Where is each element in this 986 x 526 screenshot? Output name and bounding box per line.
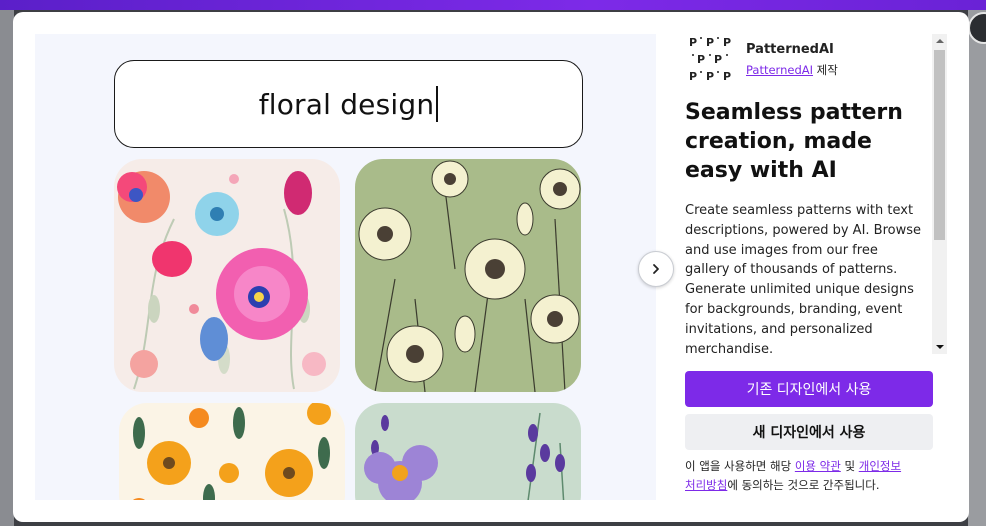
app-name: PatternedAI [746, 42, 834, 57]
privacy-link[interactable]: 개인정보 [859, 459, 901, 473]
use-in-existing-design-button[interactable]: 기존 디자인에서 사용 [685, 371, 933, 407]
scroll-thumb[interactable] [934, 50, 945, 240]
top-accent-bar [0, 0, 986, 10]
legal-prefix: 이 앱을 사용하면 해당 [685, 459, 792, 473]
pattern-tile-watercolor [114, 159, 340, 392]
pattern-tile-purple-flowers [355, 403, 581, 500]
terms-notice: 이 앱을 사용하면 해당 이용 약관 및 개인정보 처리방침에 동의하는 것으로… [685, 457, 937, 494]
text-caret [436, 86, 439, 122]
triangle-down-icon [935, 345, 944, 349]
scroll-up-arrow[interactable] [932, 34, 947, 48]
maker-link[interactable]: PatternedAI [746, 63, 813, 77]
app-headline: Seamless pattern creation, made easy wit… [685, 100, 903, 183]
logo-letter: P [706, 36, 714, 49]
logo-letter: P [706, 70, 714, 83]
logo-letter: P [723, 36, 731, 49]
prompt-text: floral design [258, 87, 435, 121]
app-detail-modal: floral design P P P P P P P P PatternedA… [13, 12, 969, 522]
terms-link[interactable]: 이용 약관 [795, 459, 841, 473]
app-description: Create seamless patterns with text descr… [685, 203, 921, 354]
pattern-tile-orange-flowers [119, 403, 345, 500]
info-scrollbar[interactable] [932, 34, 947, 354]
logo-letter: P [723, 70, 731, 83]
privacy-link-cont[interactable]: 처리방침 [685, 478, 727, 492]
use-in-new-design-button[interactable]: 새 디자인에서 사용 [685, 414, 933, 450]
prompt-box: floral design [114, 60, 583, 148]
chevron-right-icon [653, 264, 659, 274]
logo-letter: P [689, 36, 697, 49]
app-logo: P P P P P P P P [685, 34, 735, 84]
legal-and: 및 [844, 459, 856, 473]
scroll-down-arrow[interactable] [932, 340, 947, 354]
pattern-tile-daisies [355, 159, 581, 392]
app-preview-panel: floral design [35, 34, 656, 500]
logo-letter: P [689, 70, 697, 83]
backdrop-right [968, 10, 986, 526]
next-slide-button[interactable] [638, 251, 674, 287]
maker-suffix: 제작 [816, 63, 838, 77]
app-maker: PatternedAI 제작 [746, 62, 838, 78]
app-info-panel: P P P P P P P P PatternedAI PatternedAI [685, 32, 935, 354]
backdrop-left [0, 10, 14, 526]
triangle-up-icon [935, 39, 944, 43]
logo-letter: P [697, 53, 705, 66]
logo-letter: P [714, 53, 722, 66]
legal-suffix: 에 동의하는 것으로 간주됩니다. [727, 477, 880, 492]
